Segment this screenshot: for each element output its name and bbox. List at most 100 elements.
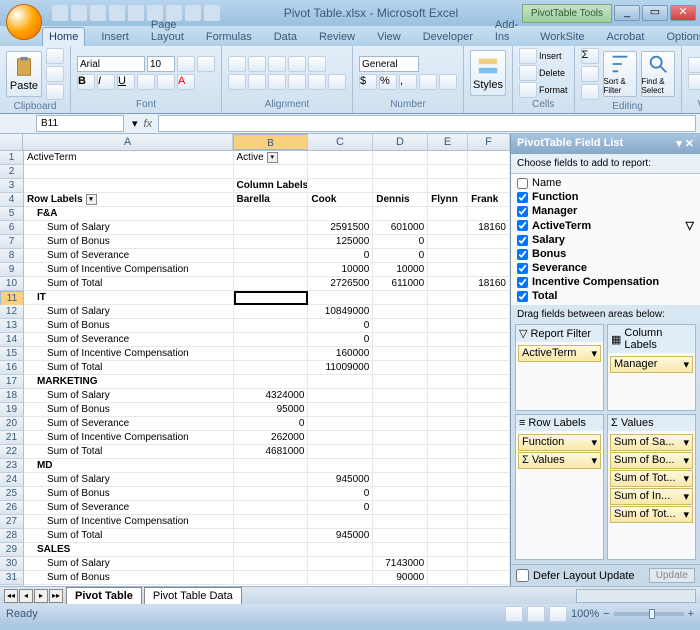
cell-grid[interactable]: 1ActiveTermActive▾23Column Labels▾4Row L… <box>0 151 510 586</box>
view-break-button[interactable] <box>549 606 567 622</box>
cell[interactable]: 0 <box>373 235 428 249</box>
cell[interactable]: 0 <box>234 417 309 431</box>
cell[interactable] <box>234 375 309 389</box>
sort-filter-button[interactable]: Sort & Filter <box>603 51 637 97</box>
cell[interactable]: Barella <box>234 193 309 207</box>
cell[interactable] <box>234 263 309 277</box>
cell[interactable]: Sum of Incentive Compensation <box>24 431 234 445</box>
cell[interactable] <box>24 179 234 193</box>
cell[interactable] <box>468 165 510 179</box>
cell[interactable] <box>308 165 373 179</box>
cell[interactable]: Frank <box>468 193 510 207</box>
cell[interactable]: 4681000 <box>234 445 309 459</box>
cell[interactable] <box>234 333 309 347</box>
cell[interactable]: Sum of Total <box>24 361 234 375</box>
pivot-field[interactable]: Bonus <box>515 247 696 261</box>
cell[interactable] <box>234 207 309 221</box>
cell[interactable] <box>373 389 428 403</box>
field-checkbox[interactable] <box>517 249 528 260</box>
cell[interactable] <box>308 389 373 403</box>
align-center-button[interactable] <box>248 74 266 90</box>
cell[interactable]: IT <box>24 291 234 305</box>
cell[interactable] <box>308 459 373 473</box>
cell[interactable]: Active▾ <box>234 151 309 165</box>
row-header[interactable]: 28 <box>0 529 24 543</box>
maximize-button[interactable]: ▭ <box>642 5 668 21</box>
pivot-field[interactable]: Name <box>515 176 696 190</box>
cell[interactable] <box>468 207 510 221</box>
ribbon-tab-developer[interactable]: Developer <box>417 28 479 46</box>
cell[interactable] <box>428 165 468 179</box>
align-right-button[interactable] <box>268 74 286 90</box>
ribbon-tab-page-layout[interactable]: Page Layout <box>145 16 190 46</box>
ribbon-tab-worksite[interactable]: WorkSite <box>534 28 590 46</box>
format-cells-button[interactable]: Format <box>519 82 568 98</box>
cell[interactable] <box>373 319 428 333</box>
area-field-item[interactable]: Sum of Tot...▾ <box>610 470 693 487</box>
cell[interactable]: Sum of Total <box>24 277 234 291</box>
minimize-button[interactable]: _ <box>614 5 640 21</box>
cell[interactable] <box>308 543 373 557</box>
cell[interactable] <box>428 277 468 291</box>
send-link-button[interactable]: Send Link <box>688 57 700 73</box>
font-size-select[interactable] <box>147 56 175 72</box>
cell[interactable] <box>373 501 428 515</box>
horizontal-scrollbar[interactable] <box>576 589 696 603</box>
cell[interactable] <box>234 249 309 263</box>
currency-button[interactable]: $ <box>359 74 377 90</box>
cell[interactable] <box>373 515 428 529</box>
cell[interactable] <box>234 571 309 585</box>
cell[interactable] <box>468 319 510 333</box>
cell[interactable] <box>428 585 468 586</box>
tab-nav-first[interactable]: ◂◂ <box>4 589 18 603</box>
cell[interactable] <box>468 263 510 277</box>
filter-dropdown-icon[interactable]: ▾ <box>86 194 97 205</box>
row-header[interactable]: 20 <box>0 417 24 431</box>
pane-close-icon[interactable]: ▾ ✕ <box>676 137 694 151</box>
cell[interactable] <box>234 291 309 305</box>
orientation-button[interactable] <box>288 56 306 72</box>
cell[interactable] <box>234 221 309 235</box>
row-header[interactable]: 18 <box>0 389 24 403</box>
field-checkbox[interactable] <box>517 192 528 203</box>
find-select-button[interactable]: Find & Select <box>641 51 675 97</box>
cell[interactable] <box>234 277 309 291</box>
cell[interactable]: Sum of Bonus <box>24 319 234 333</box>
pivot-field[interactable]: Function <box>515 190 696 204</box>
field-checkbox[interactable] <box>517 178 528 189</box>
column-header[interactable]: A <box>23 134 233 150</box>
row-labels-area[interactable]: ≡Row Labels Function▾Σ Values▾ <box>515 414 604 561</box>
row-header[interactable]: 29 <box>0 543 24 557</box>
cell[interactable] <box>308 403 373 417</box>
field-checkbox[interactable] <box>517 220 528 231</box>
percent-button[interactable]: % <box>379 74 397 90</box>
cell[interactable]: Sum of Salary <box>24 473 234 487</box>
cell[interactable] <box>468 235 510 249</box>
cell[interactable]: 2726500 <box>308 277 373 291</box>
cell[interactable]: MD <box>24 459 234 473</box>
row-header[interactable]: 31 <box>0 571 24 585</box>
cell[interactable] <box>373 431 428 445</box>
view-layout-button[interactable] <box>527 606 545 622</box>
cell[interactable] <box>468 347 510 361</box>
comma-button[interactable]: , <box>399 74 417 90</box>
cell[interactable] <box>428 417 468 431</box>
cell[interactable] <box>468 557 510 571</box>
field-filter-icon[interactable]: ▽ <box>686 219 694 232</box>
area-field-item[interactable]: Sum of Bo...▾ <box>610 452 693 469</box>
row-header[interactable]: 19 <box>0 403 24 417</box>
cell[interactable] <box>373 361 428 375</box>
tab-nav-prev[interactable]: ◂ <box>19 589 33 603</box>
cell[interactable]: Sum of Incentive Compensation <box>24 263 234 277</box>
cell[interactable] <box>428 403 468 417</box>
tab-nav-next[interactable]: ▸ <box>34 589 48 603</box>
cell[interactable] <box>373 473 428 487</box>
zoom-percent[interactable]: 100% <box>571 608 599 620</box>
cell[interactable]: 18160 <box>468 221 510 235</box>
cell[interactable] <box>373 459 428 473</box>
cell[interactable]: ActiveTerm <box>24 151 234 165</box>
cell[interactable] <box>373 375 428 389</box>
cell[interactable]: Sum of Salary <box>24 305 234 319</box>
area-field-item[interactable]: Σ Values▾ <box>518 452 601 469</box>
cell[interactable] <box>428 501 468 515</box>
